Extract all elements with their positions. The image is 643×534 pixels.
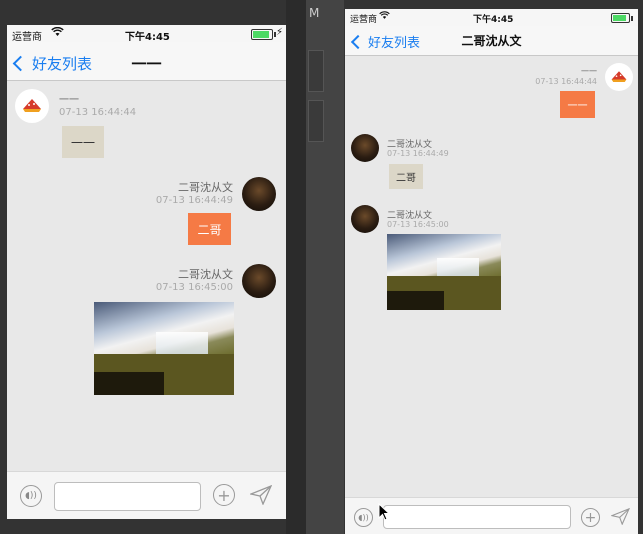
message-bubble-incoming[interactable]: 二哥 xyxy=(389,164,423,189)
desktop-panel: M xyxy=(306,0,344,534)
status-time: 下午4:45 xyxy=(473,15,514,25)
sender-name: 一一 xyxy=(581,67,597,76)
message-bubble-incoming[interactable]: 一一 xyxy=(62,126,104,158)
message-timestamp: 07-13 16:45:00 xyxy=(155,282,233,293)
voice-icon[interactable]: ◖)) xyxy=(354,508,373,527)
right-simulator-screen: 运营商 下午4:45 好友列表 二哥沈从文 一一 07-13 16:44:44 … xyxy=(345,9,638,534)
battery-icon xyxy=(251,29,276,40)
send-icon[interactable] xyxy=(248,484,273,509)
battery-icon xyxy=(611,13,633,23)
status-time: 下午4:45 xyxy=(125,32,170,43)
message-input[interactable] xyxy=(54,482,201,511)
add-icon[interactable]: + xyxy=(213,484,235,506)
send-icon[interactable] xyxy=(610,507,631,529)
message-timestamp: 07-13 16:44:49 xyxy=(155,195,233,206)
status-bar: 运营商 下午4:45 xyxy=(345,9,638,26)
voice-icon[interactable]: ◖)) xyxy=(20,485,42,507)
message-image-waterfall[interactable] xyxy=(387,234,501,310)
avatar[interactable] xyxy=(351,134,379,162)
add-icon[interactable]: + xyxy=(581,508,600,527)
desktop-background xyxy=(286,0,306,534)
avatar[interactable] xyxy=(351,205,379,233)
message-bubble-outgoing[interactable]: 二哥 xyxy=(188,213,231,245)
avatar[interactable] xyxy=(242,264,276,298)
avatar[interactable] xyxy=(242,177,276,211)
status-bar: 运营商 下午4:45 ⚡ xyxy=(7,25,286,43)
message-image-waterfall[interactable] xyxy=(94,302,234,395)
message-timestamp: 07-13 16:44:44 xyxy=(535,77,597,86)
sender-name: 一一 xyxy=(59,95,79,106)
message-bubble-outgoing[interactable]: 一一 xyxy=(560,91,595,118)
desktop-tab xyxy=(308,50,324,92)
carrier-label: 运营商 xyxy=(350,15,378,25)
navigation-bar: 好友列表 二哥沈从文 xyxy=(345,26,638,56)
input-bar: ◖)) + xyxy=(7,471,286,519)
left-simulator-screen: 运营商 下午4:45 ⚡ 好友列表 一一 一一 07-13 16:44:44 一… xyxy=(7,25,286,519)
wifi-icon xyxy=(51,26,64,40)
charging-icon: ⚡ xyxy=(276,27,284,38)
message-timestamp: 07-13 16:44:49 xyxy=(387,149,449,158)
navigation-bar: 好友列表 一一 xyxy=(7,42,286,81)
message-timestamp: 07-13 16:44:44 xyxy=(59,107,137,118)
desktop-tab xyxy=(308,100,324,142)
sender-name: 二哥沈从文 xyxy=(178,181,233,194)
avatar[interactable] xyxy=(605,63,633,91)
avatar[interactable] xyxy=(15,89,49,123)
mouse-cursor-icon xyxy=(378,502,391,525)
message-input[interactable] xyxy=(383,505,571,529)
page-title: 一一 xyxy=(131,55,162,73)
carrier-label: 运营商 xyxy=(12,32,42,43)
sender-name: 二哥沈从文 xyxy=(178,268,233,281)
page-title: 二哥沈从文 xyxy=(461,34,522,48)
message-timestamp: 07-13 16:45:00 xyxy=(387,220,449,229)
wifi-icon xyxy=(379,11,390,23)
menu-letter: M xyxy=(309,6,320,20)
